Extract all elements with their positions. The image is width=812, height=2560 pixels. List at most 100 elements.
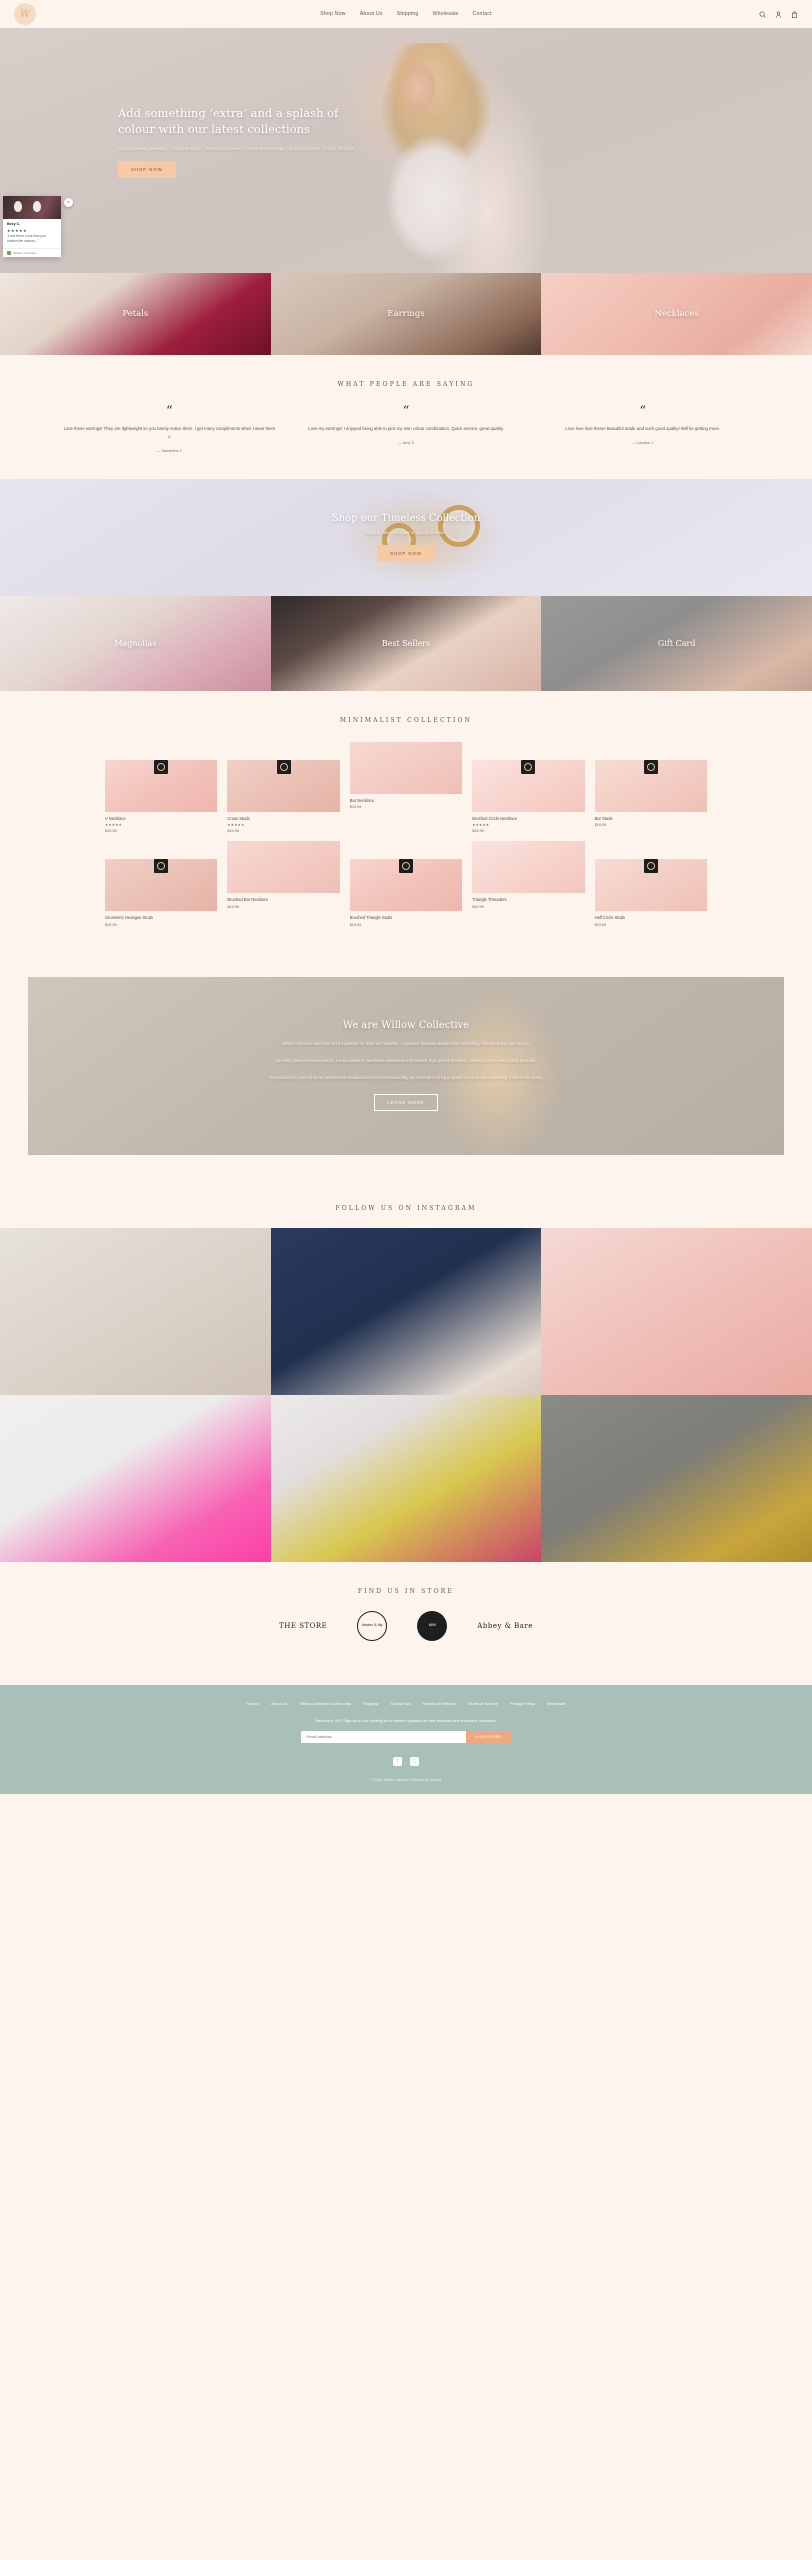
- testimonial-text: Love these earrings! They are lightweigh…: [63, 425, 276, 439]
- category-tile-petals[interactable]: Petals: [0, 273, 271, 355]
- product-price: $19.99: [105, 829, 117, 834]
- product-card[interactable]: Brushed Bar Necklace $19.99: [227, 841, 340, 927]
- stockists-section: FIND US IN STORE THE STORE kinder & lily…: [0, 1561, 812, 1667]
- collection-title: MINIMALIST COLLECTION: [339, 716, 473, 724]
- product-rating: ★★★★★: [227, 823, 245, 828]
- footer-social-row: f ◻: [0, 1756, 812, 1766]
- instagram-post[interactable]: [270, 1227, 542, 1395]
- product-card[interactable]: Brushed Triangle Studs $19.99: [349, 841, 463, 927]
- learn-more-button[interactable]: LEARN MORE: [374, 1094, 438, 1112]
- category-tile-earrings[interactable]: Earrings: [270, 273, 542, 355]
- nav-item-contact[interactable]: Contact: [473, 11, 492, 17]
- product-price: $19.99: [594, 823, 607, 828]
- footer-link-about-us[interactable]: About Us: [271, 1701, 287, 1706]
- product-name: V Necklace: [105, 815, 126, 821]
- product-card[interactable]: V Necklace ★★★★★ $19.99: [105, 742, 218, 834]
- nav-item-shipping[interactable]: Shipping: [397, 11, 419, 17]
- category-label: Magnolias: [114, 638, 157, 648]
- product-rating: ★★★★★: [105, 823, 123, 828]
- instagram-section: FOLLOW US ON INSTAGRAM: [0, 1178, 812, 1562]
- footer-link-shipping[interactable]: Shipping: [363, 1701, 379, 1706]
- product-card[interactable]: Bar Studs $19.99: [594, 742, 707, 834]
- search-icon[interactable]: [759, 11, 766, 18]
- review-text: "Love them. Love how you custom the colo…: [7, 234, 46, 243]
- product-name: Bar Studs: [594, 815, 613, 821]
- product-card[interactable]: Geometric Hexagon Studs $19.99: [105, 841, 218, 927]
- category-tile-gift-card[interactable]: Gift Card: [541, 595, 812, 691]
- product-price: $19.99: [349, 922, 362, 927]
- secondary-category-tiles: Magnolias Best Sellers Gift Card: [0, 595, 812, 691]
- product-chip-decor: [643, 759, 658, 774]
- product-image: [472, 759, 585, 812]
- category-label: Best Sellers: [381, 638, 431, 648]
- product-image: [349, 741, 463, 794]
- site-logo[interactable]: W: [14, 3, 36, 25]
- testimonial-item: “ Love my earrings! I enjoyed being able…: [299, 405, 514, 453]
- footer-link-community[interactable]: Willow Collective Community: [300, 1701, 351, 1706]
- testimonial-author: — Samantha Y: [156, 448, 183, 453]
- footer-link-returns[interactable]: Returns & Refunds: [422, 1701, 456, 1706]
- product-name: Bar Necklace: [349, 797, 375, 803]
- instagram-post[interactable]: [0, 1227, 271, 1395]
- instagram-post[interactable]: [541, 1227, 812, 1395]
- instagram-post[interactable]: [0, 1394, 271, 1562]
- instagram-post[interactable]: [270, 1394, 542, 1562]
- nav-item-shop-now[interactable]: Shop Now: [320, 11, 346, 17]
- quote-mark-icon: “: [166, 404, 173, 419]
- footer-link-contact-us[interactable]: Contact Us: [391, 1701, 411, 1706]
- product-card[interactable]: Brushed Circle Necklace ★★★★★ $19.99: [472, 742, 585, 833]
- product-name: Brushed Circle Necklace: [472, 815, 518, 821]
- account-icon[interactable]: [775, 11, 782, 18]
- footer-link-terms[interactable]: Terms of Service: [468, 1701, 498, 1706]
- hero-shop-now-button[interactable]: SHOP NOW: [118, 161, 176, 179]
- stockist-logo: Abbey & Bare: [477, 1622, 533, 1630]
- footer-link-privacy[interactable]: Privacy Policy: [510, 1701, 535, 1706]
- cart-icon[interactable]: [791, 10, 798, 18]
- product-chip-decor: [154, 759, 169, 774]
- hero-headline: Add something ‘extra’ and a splash of co…: [118, 106, 339, 136]
- timeless-collection-banner: Shop our Timeless Collection Made to las…: [0, 478, 812, 596]
- hoop-earring-decor: [438, 504, 481, 547]
- product-chip-decor: [521, 759, 536, 774]
- stockists-title: FIND US IN STORE: [357, 1587, 455, 1595]
- timeless-shop-now-button[interactable]: SHOP NOW: [377, 544, 435, 562]
- testimonials-section: WHAT PEOPLE ARE SAYING “ Love these earr…: [0, 355, 812, 479]
- product-chip-decor: [398, 859, 413, 874]
- product-image: [349, 859, 463, 912]
- review-popup[interactable]: Bexy C. ★★★★★ "Love them. Love how you c…: [3, 196, 61, 257]
- footer-link-search[interactable]: Search: [246, 1701, 259, 1706]
- category-label: Gift Card: [657, 638, 696, 648]
- product-card[interactable]: Triangle Threaders $19.99: [472, 841, 585, 927]
- footer-link-wholesale[interactable]: Wholesale: [547, 1701, 566, 1706]
- category-tile-necklaces[interactable]: Necklaces: [541, 273, 812, 355]
- nav-item-wholesale[interactable]: Wholesale: [432, 11, 458, 17]
- stockist-logo: THE STORE: [279, 1622, 327, 1630]
- email-input[interactable]: [301, 1730, 467, 1743]
- testimonials-row: “ Love these earrings! They are lightwei…: [0, 404, 812, 453]
- product-card[interactable]: Cross Studs ★★★★★ $24.99: [227, 742, 340, 834]
- nav-item-about-us[interactable]: About Us: [360, 11, 383, 17]
- product-price: $24.99: [227, 829, 240, 834]
- testimonial-author: — Candice C: [631, 440, 654, 445]
- newsletter-form: SUBSCRIBE: [0, 1730, 812, 1743]
- testimonial-item: “ Love love love these! Beautiful made a…: [535, 405, 750, 453]
- product-card[interactable]: Half Circle Studs $24.99: [594, 841, 707, 927]
- product-card[interactable]: Bar Necklace $19.99: [349, 741, 463, 834]
- facebook-icon[interactable]: f: [393, 1756, 402, 1766]
- product-price: $19.99: [227, 904, 240, 909]
- category-tile-magnolias[interactable]: Magnolias: [0, 595, 271, 691]
- timeless-subtitle: Made to last – everyday or special occas…: [365, 529, 447, 535]
- timeless-title: Shop our Timeless Collection: [331, 512, 481, 524]
- instagram-grid: [0, 1227, 812, 1562]
- product-chip-decor: [643, 859, 658, 874]
- review-popup-close-button[interactable]: ×: [64, 198, 73, 207]
- review-author: Bexy C.: [7, 222, 21, 226]
- instagram-post[interactable]: [541, 1394, 812, 1562]
- product-chip-decor: [154, 859, 169, 874]
- testimonial-author: — Amy S: [398, 440, 414, 445]
- subscribe-button[interactable]: SUBSCRIBE: [466, 1730, 511, 1743]
- instagram-icon[interactable]: ◻: [410, 1756, 419, 1766]
- product-image: [594, 759, 707, 812]
- instagram-title: FOLLOW US ON INSTAGRAM: [335, 1204, 477, 1212]
- category-tile-best-sellers[interactable]: Best Sellers: [270, 595, 542, 691]
